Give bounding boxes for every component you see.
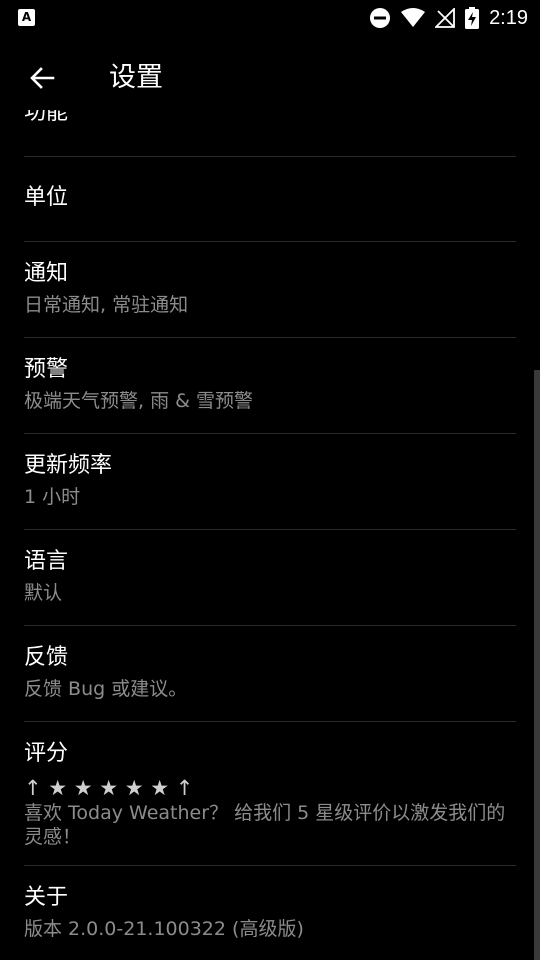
arrow-left-icon xyxy=(30,67,55,89)
settings-item-language[interactable]: 语言 默认 xyxy=(24,529,516,625)
status-time: 2:19 xyxy=(489,6,528,29)
settings-item-about[interactable]: 关于 版本 2.0.0-21.100322 (高级版) xyxy=(24,865,516,960)
settings-item-subtitle: 日常通知, 常驻通知 xyxy=(24,294,189,316)
status-bar: A 2:19 xyxy=(0,0,540,36)
settings-item-alerts[interactable]: 预警 极端天气预警, 雨 & 雪预警 xyxy=(24,337,516,433)
settings-item-title: 单位 xyxy=(24,185,69,210)
battery-charging-icon xyxy=(465,7,480,29)
settings-item-subtitle: 极端天气预警, 雨 & 雪预警 xyxy=(24,390,253,412)
do-not-disturb-icon xyxy=(370,8,391,28)
back-button[interactable] xyxy=(22,58,62,98)
settings-item-subtitle: 版本 2.0.0-21.100322 (高级版) xyxy=(24,918,304,940)
settings-item-subtitle: 喜欢 Today Weather？ 给我们 5 星级评价以激发我们的灵感！ xyxy=(24,802,506,848)
page-title: 设置 xyxy=(109,62,163,93)
settings-item-update-frequency[interactable]: 更新频率 1 小时 xyxy=(24,433,516,529)
settings-list[interactable]: 功能 单位 通知 日常通知, 常驻通知 预警 极端天气预警, 雨 & 雪预警 更… xyxy=(0,110,540,960)
settings-item-feedback[interactable]: 反馈 反馈 Bug 或建议。 xyxy=(24,625,516,721)
settings-item-units[interactable]: 单位 xyxy=(24,156,516,241)
settings-item-features[interactable]: 功能 xyxy=(0,110,540,156)
app-notification-icon: A xyxy=(18,9,35,26)
settings-item-title: 预警 xyxy=(24,357,69,382)
settings-item-title: 评分 xyxy=(24,741,69,766)
settings-item-title: 关于 xyxy=(24,885,69,910)
status-icons: 2:19 xyxy=(369,6,528,30)
settings-item-title: 通知 xyxy=(24,261,69,286)
settings-item-subtitle: 反馈 Bug 或建议。 xyxy=(24,678,188,700)
scrollbar[interactable] xyxy=(534,370,540,960)
settings-item-subtitle: 默认 xyxy=(24,582,63,604)
settings-item-title: 更新频率 xyxy=(24,453,113,478)
settings-item-title: 功能 xyxy=(24,110,69,125)
settings-item-notifications[interactable]: 通知 日常通知, 常驻通知 xyxy=(24,241,516,337)
signal-off-icon xyxy=(435,8,455,28)
wifi-icon xyxy=(401,8,426,27)
app-notification-badge: A xyxy=(21,10,32,24)
rating-stars: ↑ ★ ★ ★ ★ ★ ↑ xyxy=(24,776,194,800)
settings-list-content: 功能 单位 通知 日常通知, 常驻通知 预警 极端天气预警, 雨 & 雪预警 更… xyxy=(0,110,540,960)
settings-item-title: 语言 xyxy=(24,549,69,574)
settings-item-title: 反馈 xyxy=(24,645,69,670)
settings-item-subtitle: 1 小时 xyxy=(24,486,81,508)
settings-item-rate[interactable]: 评分 ↑ ★ ★ ★ ★ ★ ↑ 喜欢 Today Weather？ 给我们 5… xyxy=(24,721,516,865)
